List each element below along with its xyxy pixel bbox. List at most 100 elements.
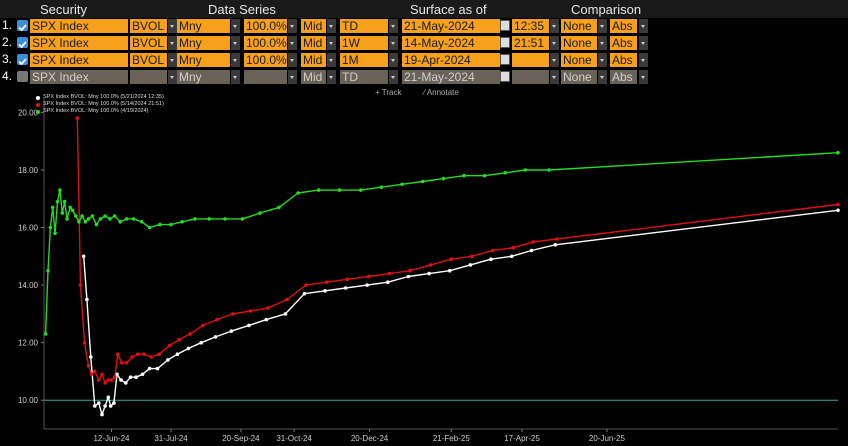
data-point-green[interactable] bbox=[158, 222, 162, 227]
data-point-red[interactable] bbox=[82, 340, 87, 345]
data-point-white[interactable] bbox=[229, 329, 234, 333]
data-point-red[interactable] bbox=[285, 297, 289, 302]
data-point-white[interactable] bbox=[427, 271, 431, 276]
data-point-green[interactable] bbox=[147, 225, 152, 230]
data-point-green[interactable] bbox=[277, 205, 281, 210]
data-point-red[interactable] bbox=[345, 277, 350, 282]
dropdown-arrow-icon[interactable] bbox=[231, 19, 240, 33]
data-point-red[interactable] bbox=[112, 375, 117, 380]
data-point-white[interactable] bbox=[406, 274, 411, 279]
calendar-icon[interactable] bbox=[500, 71, 510, 82]
data-point-red[interactable] bbox=[120, 361, 124, 365]
data-point-white[interactable] bbox=[386, 280, 390, 284]
series-field[interactable]: BVOL bbox=[130, 36, 167, 50]
data-point-green[interactable] bbox=[68, 205, 72, 210]
data-point-green[interactable] bbox=[180, 220, 184, 224]
data-point-green[interactable] bbox=[112, 214, 117, 218]
data-point-white[interactable] bbox=[175, 352, 180, 357]
data-point-green[interactable] bbox=[316, 188, 321, 192]
level-field[interactable] bbox=[244, 70, 287, 84]
data-point-green[interactable] bbox=[547, 168, 551, 172]
data-point-green[interactable] bbox=[53, 231, 57, 236]
data-point-red[interactable] bbox=[531, 240, 535, 244]
data-point-red[interactable] bbox=[231, 312, 235, 316]
data-point-red[interactable] bbox=[555, 237, 559, 241]
data-point-green[interactable] bbox=[98, 217, 103, 221]
data-point-red[interactable] bbox=[248, 309, 253, 313]
dropdown-arrow-icon[interactable] bbox=[598, 53, 607, 67]
data-point-green[interactable] bbox=[207, 217, 211, 221]
data-point-green[interactable] bbox=[86, 217, 91, 221]
data-point-white[interactable] bbox=[199, 340, 203, 345]
dropdown-arrow-icon[interactable] bbox=[550, 19, 559, 33]
side-field[interactable]: Mid bbox=[301, 19, 326, 33]
data-point-green[interactable] bbox=[118, 220, 122, 224]
dropdown-arrow-icon[interactable] bbox=[598, 36, 607, 50]
dropdown-arrow-icon[interactable] bbox=[288, 53, 297, 67]
data-point-red[interactable] bbox=[188, 332, 192, 336]
data-point-white[interactable] bbox=[112, 401, 116, 405]
data-point-green[interactable] bbox=[43, 332, 48, 336]
data-point-white[interactable] bbox=[140, 372, 145, 377]
data-point-red[interactable] bbox=[116, 352, 120, 357]
dropdown-arrow-icon[interactable] bbox=[389, 70, 398, 84]
data-point-green[interactable] bbox=[124, 217, 129, 221]
dropdown-arrow-icon[interactable] bbox=[598, 70, 607, 84]
level-field[interactable]: 100.0% bbox=[244, 36, 287, 50]
abs-field[interactable]: Abs bbox=[610, 70, 637, 84]
data-point-white[interactable] bbox=[147, 366, 152, 371]
dropdown-arrow-icon[interactable] bbox=[389, 36, 398, 50]
dropdown-arrow-icon[interactable] bbox=[550, 70, 559, 84]
data-point-red[interactable] bbox=[157, 352, 161, 357]
dropdown-arrow-icon[interactable] bbox=[168, 36, 177, 50]
dropdown-arrow-icon[interactable] bbox=[550, 36, 559, 50]
data-point-green[interactable] bbox=[223, 217, 227, 221]
calendar-icon[interactable] bbox=[500, 37, 510, 48]
data-point-red[interactable] bbox=[215, 317, 219, 322]
security-field[interactable]: SPX Index bbox=[30, 36, 128, 50]
data-point-white[interactable] bbox=[85, 297, 89, 302]
moneyness-field[interactable]: Mny bbox=[177, 53, 230, 67]
data-point-red[interactable] bbox=[86, 363, 91, 368]
data-point-red[interactable] bbox=[103, 381, 107, 385]
level-field[interactable]: 100.0% bbox=[244, 19, 287, 33]
data-point-green[interactable] bbox=[420, 179, 425, 184]
data-point-green[interactable] bbox=[462, 173, 466, 178]
data-point-green[interactable] bbox=[55, 199, 60, 204]
data-point-green[interactable] bbox=[193, 217, 197, 221]
dropdown-arrow-icon[interactable] bbox=[288, 36, 297, 50]
dropdown-arrow-icon[interactable] bbox=[639, 70, 648, 84]
data-point-white[interactable] bbox=[103, 404, 107, 408]
data-point-green[interactable] bbox=[58, 188, 62, 192]
dropdown-arrow-icon[interactable] bbox=[389, 19, 398, 33]
data-point-white[interactable] bbox=[264, 317, 269, 322]
data-point-green[interactable] bbox=[359, 188, 363, 192]
data-point-white[interactable] bbox=[186, 346, 191, 351]
data-point-green[interactable] bbox=[240, 217, 245, 221]
data-point-green[interactable] bbox=[503, 171, 508, 175]
dropdown-arrow-icon[interactable] bbox=[327, 70, 336, 84]
abs-field[interactable]: Abs bbox=[610, 36, 637, 50]
data-point-red[interactable] bbox=[100, 372, 104, 377]
data-point-green[interactable] bbox=[90, 214, 95, 218]
data-point-white[interactable] bbox=[108, 404, 113, 408]
moneyness-field[interactable]: Mny bbox=[177, 70, 230, 84]
moneyness-field[interactable]: Mny bbox=[177, 36, 230, 50]
data-point-red[interactable] bbox=[75, 116, 80, 120]
data-point-white[interactable] bbox=[529, 248, 534, 253]
series-field[interactable]: BVOL bbox=[130, 53, 167, 67]
data-point-red[interactable] bbox=[130, 355, 134, 359]
data-point-green[interactable] bbox=[74, 214, 78, 218]
data-point-red[interactable] bbox=[387, 271, 392, 276]
data-point-green[interactable] bbox=[62, 199, 67, 204]
surface-date-field[interactable]: 14-May-2024 bbox=[402, 36, 500, 50]
data-point-red[interactable] bbox=[266, 306, 270, 310]
data-point-green[interactable] bbox=[523, 168, 527, 172]
data-point-green[interactable] bbox=[77, 220, 81, 224]
data-point-white[interactable] bbox=[93, 404, 97, 408]
data-point-red[interactable] bbox=[177, 338, 181, 342]
data-point-red[interactable] bbox=[106, 378, 111, 382]
data-point-green[interactable] bbox=[94, 222, 99, 227]
data-point-white[interactable] bbox=[81, 254, 86, 259]
data-point-red[interactable] bbox=[366, 274, 371, 279]
